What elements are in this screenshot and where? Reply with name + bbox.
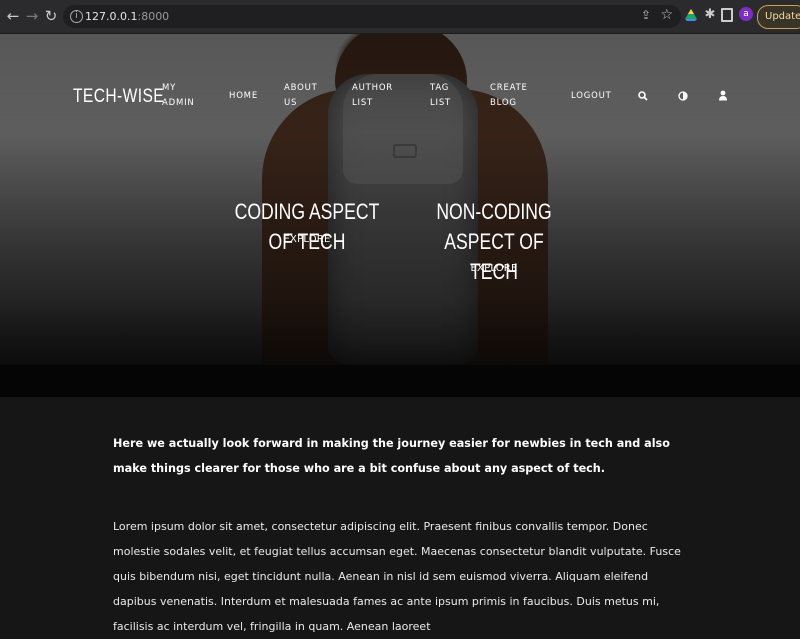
back-arrow-icon[interactable]: ←	[3, 6, 23, 26]
intro-paragraph: Here we actually look forward in making …	[113, 437, 670, 475]
extensions-puzzle-icon[interactable]: ✱	[703, 8, 717, 22]
nav-author-list-line2: LIST	[352, 98, 374, 108]
nav-create-blog[interactable]: CREATE BLOG	[490, 81, 528, 111]
nav-tag-list-line1: TAG	[430, 83, 450, 93]
hero-card-noncoding-title-line1: NON-CODING ASPECT OF	[436, 199, 552, 254]
site-brand[interactable]: TECH-WISE	[73, 86, 164, 108]
nav-author-list-line1: AUTHOR	[352, 83, 394, 93]
reload-icon[interactable]: ↻	[41, 6, 61, 26]
drive-extension-icon[interactable]	[684, 8, 698, 22]
url-host: 127.0.0.1	[85, 10, 138, 23]
nav-create-blog-line1: CREATE	[490, 83, 528, 93]
nav-tag-list[interactable]: TAG LIST	[430, 81, 451, 111]
bookmark-star-icon[interactable]: ☆	[660, 7, 673, 23]
nav-my-admin-line2: ADMIN	[162, 98, 195, 108]
forward-arrow-icon[interactable]: →	[22, 6, 42, 26]
nav-home[interactable]: HOME	[229, 89, 258, 104]
side-panel-icon[interactable]	[721, 8, 733, 22]
browser-toolbar: ← → ↻ i 127.0.0.1:8000 ⇪ ☆ ✱ a Update	[0, 0, 800, 34]
nav-about-us[interactable]: ABOUT US	[284, 81, 318, 111]
nav-about-us-line1: ABOUT	[284, 83, 318, 93]
hero-overlay	[0, 34, 800, 365]
lorem-paragraph: Lorem ipsum dolor sit amet, consectetur …	[113, 520, 681, 633]
share-icon[interactable]: ⇪	[641, 8, 651, 22]
nav-author-list[interactable]: AUTHOR LIST	[352, 81, 393, 111]
site-info-icon[interactable]: i	[70, 10, 83, 23]
update-button[interactable]: Update	[757, 5, 800, 29]
nav-create-blog-line2: BLOG	[490, 98, 517, 108]
nav-tag-list-line2: LIST	[430, 98, 452, 108]
search-icon[interactable]	[638, 91, 648, 101]
url-port: :8000	[137, 10, 170, 23]
hero-card-coding-explore-link[interactable]: EXPLORE	[207, 234, 407, 245]
nav-my-admin-line1: MY	[162, 83, 177, 93]
nav-logout[interactable]: LOGOUT	[571, 89, 612, 104]
address-bar[interactable]: i 127.0.0.1:8000 ⇪ ☆	[63, 5, 681, 28]
url-text: 127.0.0.1:8000	[85, 8, 169, 25]
hero-banner: TECH-WISE MY ADMIN HOME ABOUT US AUTHOR …	[0, 34, 800, 365]
hero-card-coding-title: CODING ASPECT OF TECH	[234, 199, 380, 254]
hero-bottom-band	[0, 365, 800, 397]
theme-toggle-icon[interactable]	[678, 91, 688, 101]
nav-about-us-line2: US	[284, 98, 298, 108]
user-icon[interactable]	[718, 90, 728, 101]
hero-card-noncoding-explore-link[interactable]: EXPLORE	[394, 263, 594, 274]
nav-my-admin[interactable]: MY ADMIN	[162, 81, 195, 111]
profile-avatar[interactable]: a	[739, 7, 753, 21]
